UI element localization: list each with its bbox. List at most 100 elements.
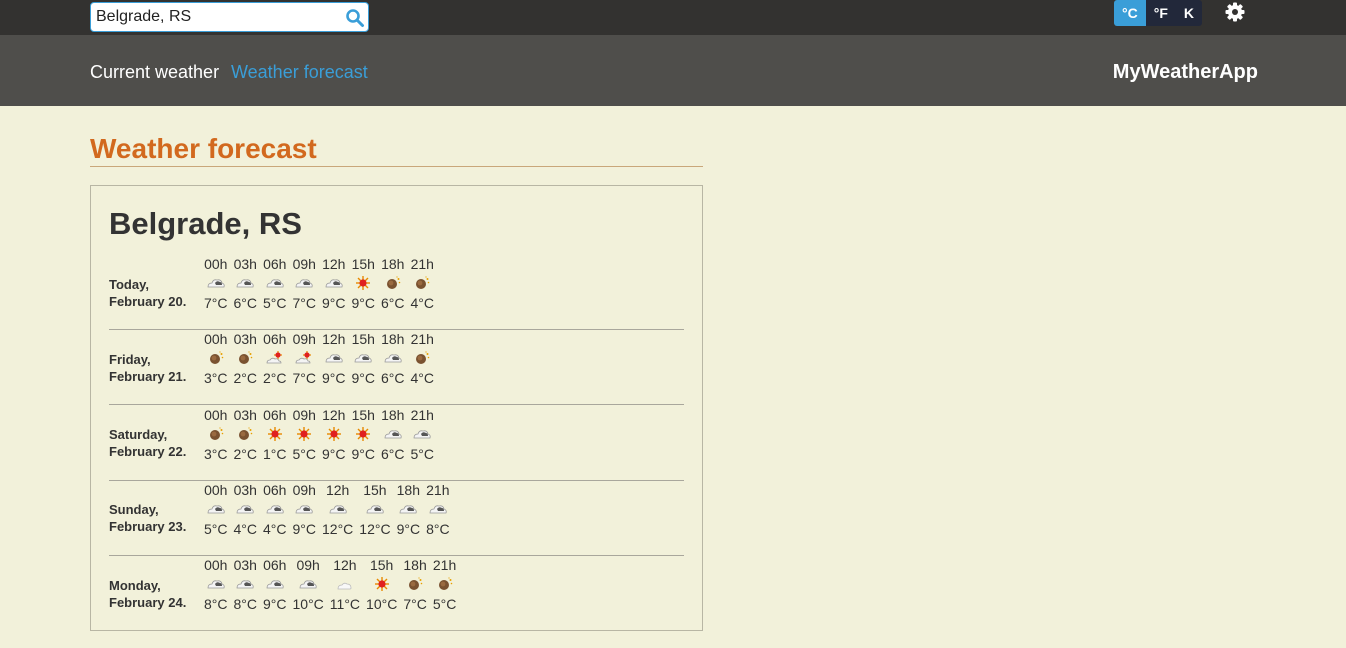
slot-hour: 15h [363, 481, 387, 498]
slot-temperature: 12°C [322, 520, 354, 537]
cloud-icon [266, 580, 284, 589]
slot-temperature: 4°C [410, 370, 435, 387]
sun-icon [267, 426, 282, 441]
slot-temperature: 3°C [204, 370, 228, 387]
hourly-slot: 21h 4°C [408, 255, 438, 330]
hourly-slot: 03h 8°C [231, 556, 261, 631]
search-box[interactable] [90, 2, 369, 32]
nav-current-weather-link[interactable]: Current weather [90, 62, 219, 83]
slot-temperature: 5°C [410, 445, 435, 462]
cloud-icon [354, 354, 372, 363]
hourly-slot: 15h 9°C [349, 255, 379, 330]
slot-temperature: 8°C [233, 596, 258, 612]
cloud-icon [295, 505, 313, 514]
slot-hour: 15h [351, 256, 375, 272]
search-input[interactable] [91, 3, 341, 31]
day-label-weekday: Monday, [109, 577, 161, 593]
day-label-weekday: Saturday, [109, 427, 168, 442]
day-label: Sunday, February 23. [109, 481, 201, 556]
sun-icon [326, 426, 341, 441]
slot-temperature: 6°C [381, 445, 405, 462]
hourly-slot: 03h 2°C [231, 330, 261, 405]
slot-temperature: 4°C [410, 295, 435, 311]
hourly-slot: 06h 9°C [260, 556, 290, 631]
day-label-weekday: Sunday, [109, 502, 159, 518]
hourly-slot: 15h 9°C [349, 330, 379, 405]
hourly-slot: 03h 2°C [231, 406, 261, 481]
hourly-slots: 00h 8°C 03h 8°C 06h 9°C 09h 10°C 12h 11°C 15h 10°C 1… [201, 556, 459, 631]
slot-hour: 15h [351, 406, 375, 423]
slot-hour: 06h [263, 331, 287, 348]
slot-hour: 15h [369, 557, 394, 573]
forecast-day-row: Saturday, February 22. 00h 3°C 03h 2°C 06h 1°C 0… [109, 406, 684, 481]
hourly-slots: 00h 3°C 03h 2°C 06h 2°C 09h 7°C 12h 9°C 15h 9°C 18h 6… [201, 330, 437, 405]
light-cloud-icon [337, 582, 352, 590]
slot-temperature: 5°C [204, 520, 228, 537]
moon-icon [416, 351, 430, 365]
hourly-slot: 00h 8°C [201, 556, 231, 631]
day-label-date: February 24. [109, 594, 187, 610]
moon-icon [209, 426, 224, 440]
gear-icon[interactable] [1225, 2, 1245, 22]
slot-hour: 09h [292, 481, 316, 498]
cloud-icon [325, 354, 343, 363]
cloud-icon [399, 505, 417, 514]
sun-icon [356, 426, 371, 441]
slot-hour: 03h [233, 406, 257, 423]
hourly-slot: 09h 7°C [290, 255, 320, 330]
cloud-icon [207, 505, 225, 514]
slot-temperature: 4°C [233, 520, 258, 537]
slot-hour: 21h [432, 557, 457, 573]
nav-bar: Current weather Weather forecast MyWeath… [0, 35, 1346, 106]
app-brand[interactable]: MyWeatherApp [1113, 61, 1258, 84]
hourly-slot: 09h 10°C [290, 556, 327, 631]
slot-temperature: 3°C [204, 445, 228, 462]
slot-temperature: 7°C [403, 596, 427, 612]
slot-temperature: 9°C [351, 295, 376, 311]
day-label-weekday: Friday, [109, 351, 151, 367]
hourly-slot: 00h 5°C [201, 481, 231, 556]
moon-icon [239, 351, 253, 365]
unit-celsius-button[interactable]: °C [1114, 0, 1146, 26]
moon-icon [438, 577, 452, 590]
nav-weather-forecast-link[interactable]: Weather forecast [231, 62, 368, 83]
hourly-slot: 12h 9°C [319, 255, 349, 330]
hourly-slots: 00h 3°C 03h 2°C 06h 1°C 09h 5°C 12h 9°C 15h 9°C 18h 6… [201, 406, 437, 481]
sun-icon [356, 276, 371, 290]
hourly-slot: 15h 12°C [356, 481, 393, 556]
slot-hour: 03h [233, 557, 257, 573]
slot-temperature: 2°C [263, 370, 287, 387]
unit-kelvin-button[interactable]: K [1175, 0, 1202, 26]
slot-hour: 00h [204, 256, 228, 272]
slot-hour: 21h [410, 256, 434, 272]
hourly-slot: 18h 9°C [394, 481, 424, 556]
cloud-icon [384, 354, 402, 363]
search-icon[interactable] [345, 8, 365, 28]
slot-hour: 12h [322, 406, 346, 423]
slot-hour: 06h [263, 557, 287, 573]
cloud-icon [299, 580, 317, 589]
hourly-slot: 18h 6°C [378, 255, 408, 330]
hourly-slot: 00h 3°C [201, 406, 231, 481]
slot-temperature: 9°C [263, 596, 287, 612]
cloud-icon [413, 429, 431, 438]
cloud-icon [236, 505, 254, 514]
cloud-icon [266, 505, 284, 514]
slot-hour: 06h [263, 481, 287, 498]
unit-fahrenheit-button[interactable]: °F [1145, 0, 1176, 26]
slot-temperature: 5°C [432, 596, 457, 612]
cloud-icon [325, 279, 343, 288]
slot-temperature: 7°C [292, 370, 317, 387]
hourly-slot: 06h 2°C [260, 330, 290, 405]
sun-cloud-icon [295, 351, 312, 364]
hourly-slot: 09h 7°C [290, 330, 320, 405]
moon-icon [239, 426, 253, 440]
slot-temperature: 9°C [351, 370, 376, 387]
cloud-icon [207, 580, 225, 589]
slot-hour: 21h [410, 331, 434, 348]
slot-hour: 09h [292, 406, 316, 423]
sun-icon [374, 577, 389, 591]
hourly-slot: 15h 9°C [349, 406, 379, 481]
slot-temperature: 6°C [233, 295, 258, 311]
forecast-day-row: Friday, February 21. 00h 3°C 03h 2°C 06h 2°C 09h… [109, 330, 684, 406]
